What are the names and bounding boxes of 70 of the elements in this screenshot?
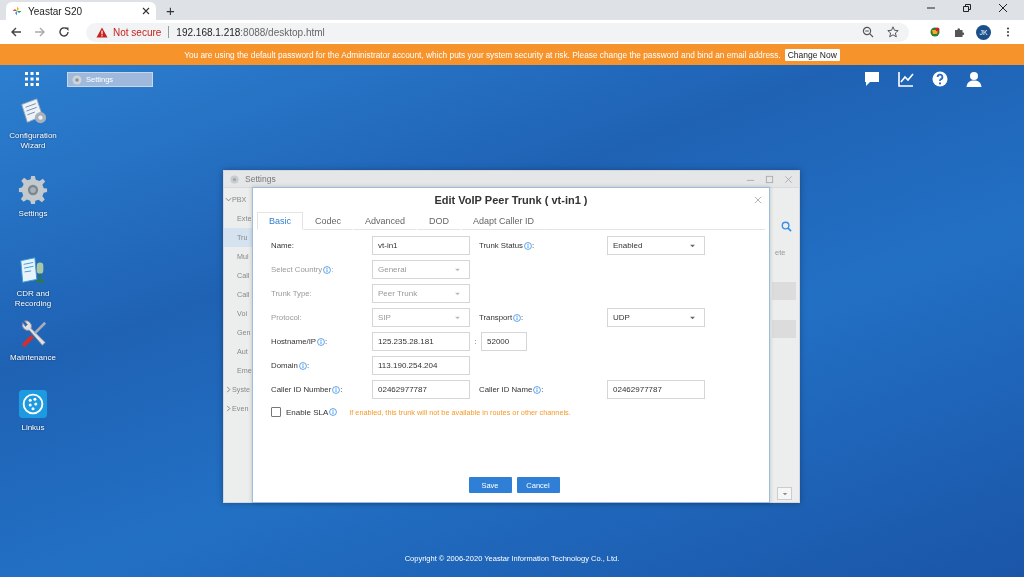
zoom-icon[interactable] <box>862 26 874 38</box>
extension-icon[interactable] <box>929 26 941 38</box>
tab[interactable]: Advanced <box>353 212 418 230</box>
caret-icon <box>454 291 461 296</box>
info-icon[interactable] <box>329 408 338 416</box>
user-icon[interactable] <box>966 71 982 87</box>
close-icon[interactable] <box>142 7 150 15</box>
caret-icon <box>689 243 696 248</box>
address-bar[interactable]: Not secure 192.168.1.218:8088/desktop.html <box>86 22 909 42</box>
caret-icon <box>689 315 696 320</box>
banner-message: You are using the default password for the Administrator account, which puts your system security at risk. Please change the password and bind an email address. <box>184 49 781 60</box>
forward-arrow-icon[interactable] <box>34 26 46 38</box>
caret-icon <box>781 491 788 496</box>
pinwheel-icon <box>12 6 22 16</box>
restore-icon[interactable] <box>962 2 972 13</box>
browser-tab[interactable]: Yeastar S20 <box>6 2 156 20</box>
warning-icon <box>96 26 108 38</box>
text-field[interactable]: 02462977787 <box>372 380 470 399</box>
info-icon[interactable] <box>523 241 532 250</box>
desktop-icon-label[interactable]: CDR and Recording <box>3 289 63 309</box>
info-icon[interactable] <box>332 385 341 394</box>
close-icon[interactable] <box>998 2 1008 13</box>
text-field[interactable]: 125.235.28.181 <box>372 332 470 351</box>
desktop-icon-label[interactable]: Settings <box>3 209 63 219</box>
change-now-button[interactable]: Change Now <box>784 48 840 61</box>
caret-icon <box>454 315 461 320</box>
app-grid-icon[interactable] <box>25 72 39 86</box>
checkbox-label[interactable]: Enable SLA <box>286 407 329 417</box>
port-separator: : <box>473 337 478 346</box>
tab[interactable]: Basic <box>257 212 303 230</box>
reload-icon[interactable] <box>58 26 70 38</box>
gear-icon <box>72 74 82 85</box>
desktop-icon-label[interactable]: Linkus <box>3 423 63 433</box>
puzzle-icon[interactable] <box>953 26 965 38</box>
tab[interactable]: Adapt Caller ID <box>461 212 547 230</box>
dropdown[interactable] <box>777 487 792 500</box>
chat-icon[interactable] <box>864 71 880 87</box>
dialog-title: Edit VoIP Peer Trunk ( vt-in1 ) <box>434 194 588 206</box>
dropdown[interactable]: UDP <box>607 308 705 327</box>
window-title: Settings <box>245 174 276 184</box>
line-chart-icon[interactable] <box>898 71 914 87</box>
text-field[interactable]: vt-in1 <box>372 236 470 255</box>
info-icon[interactable] <box>513 313 522 322</box>
text-field[interactable]: 113.190.254.204 <box>372 356 470 375</box>
tab[interactable]: DOD <box>417 212 462 230</box>
desktop-icon-label[interactable]: Configuration Wizard <box>3 131 63 151</box>
security-label: Not secure <box>113 26 162 38</box>
new-tab-button[interactable]: + <box>166 2 175 20</box>
gear-icon <box>230 174 239 184</box>
tab[interactable]: Codec <box>303 212 354 230</box>
chevron-down-icon[interactable] <box>225 196 232 203</box>
dropdown[interactable]: Enabled <box>607 236 705 255</box>
info-icon[interactable] <box>298 361 307 370</box>
info-icon[interactable] <box>533 385 542 394</box>
linkus-logo-icon[interactable] <box>18 389 48 419</box>
port-field[interactable]: 52000 <box>481 332 527 351</box>
chevron-right-icon[interactable] <box>225 386 232 393</box>
star-icon[interactable] <box>887 26 899 38</box>
back-arrow-icon[interactable] <box>10 26 22 38</box>
info-icon[interactable] <box>317 337 326 346</box>
caret-icon <box>454 267 461 272</box>
help-icon[interactable] <box>932 71 948 87</box>
text-field[interactable]: 02462977787 <box>607 380 705 399</box>
checkbox[interactable] <box>271 407 281 417</box>
maximize-icon[interactable] <box>765 174 774 184</box>
gear-icon[interactable] <box>18 175 48 205</box>
desktop-icon-label[interactable]: Maintenance <box>3 353 63 363</box>
search-icon[interactable] <box>781 221 792 232</box>
url-text: 192.168.1.218:8088/desktop.html <box>176 26 325 38</box>
chevron-right-icon[interactable] <box>225 405 232 412</box>
